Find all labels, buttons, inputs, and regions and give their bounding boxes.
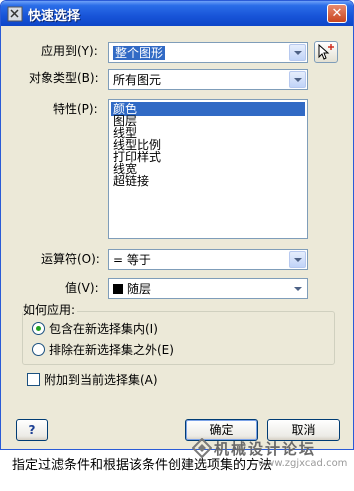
chevron-down-icon[interactable]	[289, 280, 306, 297]
apply-to-value: 整个图形	[113, 46, 166, 60]
list-item[interactable]: 颜色	[111, 102, 305, 116]
operator-dropdown[interactable]: = 等于	[108, 249, 308, 270]
object-type-dropdown[interactable]: 所有图元	[108, 69, 308, 90]
value-text: 随层	[127, 282, 152, 296]
exclude-label[interactable]: 排除在新选择集之外(E)	[49, 343, 174, 357]
chevron-down-icon[interactable]	[289, 44, 306, 61]
watermark-logo-icon	[192, 438, 212, 458]
list-item[interactable]: 超链接	[111, 174, 151, 188]
chevron-down-icon[interactable]	[289, 251, 306, 268]
help-button[interactable]: ?	[16, 419, 48, 441]
how-to-apply-label: 如何应用:	[23, 303, 78, 317]
append-checkbox[interactable]	[27, 373, 40, 386]
app-icon	[7, 6, 23, 22]
chevron-down-icon[interactable]	[289, 71, 306, 88]
help-icon: ?	[28, 423, 36, 437]
append-label[interactable]: 附加到当前选择集(A)	[44, 373, 158, 387]
close-button[interactable]: ✕	[327, 4, 347, 23]
close-icon: ✕	[331, 6, 343, 21]
value-label: 值(V):	[65, 281, 99, 295]
object-type-label: 对象类型(B):	[29, 71, 99, 85]
operator-label: 运算符(O):	[41, 252, 100, 266]
value-field: 随层	[113, 282, 151, 296]
value-dropdown[interactable]: 随层	[108, 278, 308, 299]
watermark-text: 机械设计论坛	[214, 440, 317, 458]
exclude-radio[interactable]	[32, 343, 45, 356]
figure-caption: 指定过滤条件和根据该条件创建选项集的方法	[12, 458, 273, 473]
title-bar: 快速选择 ✕	[1, 1, 353, 26]
include-radio[interactable]	[32, 322, 45, 335]
pick-cursor-icon	[318, 43, 334, 60]
select-objects-button[interactable]	[314, 41, 338, 63]
include-label[interactable]: 包含在新选择集内(I)	[49, 322, 158, 336]
window-title: 快速选择	[28, 9, 81, 24]
operator-value: = 等于	[113, 253, 151, 267]
apply-to-dropdown[interactable]: 整个图形	[108, 42, 308, 63]
color-swatch-icon	[113, 284, 123, 294]
quick-select-dialog: 快速选择 ✕ 应用到(Y): 整个图形 对象类型(B): 所有图元 特性(P):…	[0, 0, 354, 450]
object-type-value: 所有图元	[113, 73, 162, 87]
apply-to-label: 应用到(Y):	[41, 44, 98, 58]
properties-label: 特性(P):	[53, 102, 98, 116]
properties-listbox[interactable]: 颜色 图层 线型 线型比例 打印样式 线宽 超链接	[108, 99, 308, 239]
